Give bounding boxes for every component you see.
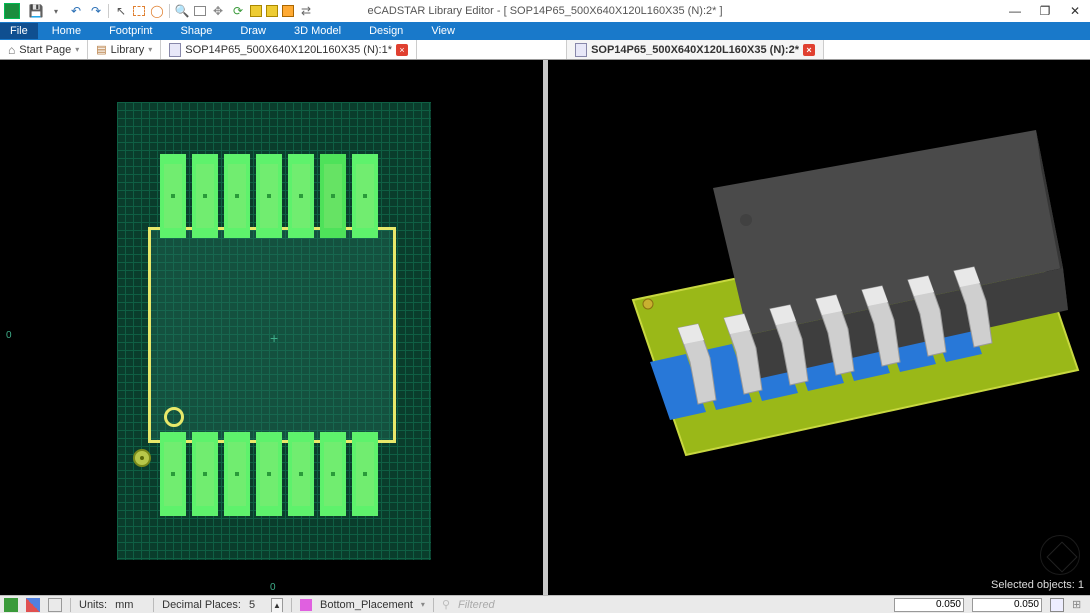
tab-label: SOP14P65_500X640X120L160X35 (N):1* [185,44,392,56]
pad[interactable] [224,154,250,238]
pad[interactable] [352,432,378,516]
lock-icon[interactable]: ⊞ [1072,598,1086,612]
decimals-value[interactable]: 5 [249,599,263,611]
menu-view[interactable]: View [417,23,469,39]
pad[interactable] [224,432,250,516]
close-icon[interactable]: × [396,44,408,56]
tab-label: SOP14P65_500X640X120L160X35 (N):2* [591,44,799,56]
undo-icon[interactable]: ↶ [68,3,84,19]
document-icon [575,43,587,57]
layer-yellow-icon[interactable] [250,5,262,17]
origin-marker [133,449,151,467]
lasso-icon[interactable]: ◯ [149,3,165,19]
pad[interactable] [320,154,346,238]
quick-access-toolbar: 💾 ▾ ↶ ↷ ↖ ◯ 🔍 ✥ ⟳ ⇄ [24,3,318,19]
tab-library[interactable]: ▤ Library ▾ [88,40,161,59]
rect-select-icon[interactable] [133,6,145,16]
home-icon: ⌂ [8,43,15,57]
cursor-icon[interactable]: ↖ [113,3,129,19]
swap-icon[interactable]: ⇄ [298,3,314,19]
filtered-label: Filtered [458,599,495,611]
pan-icon[interactable]: ✥ [210,3,226,19]
menu-design[interactable]: Design [355,23,417,39]
layer-yellow2-icon[interactable] [266,5,278,17]
view-cube[interactable] [1040,535,1080,575]
decimals-spinner[interactable]: ▲ [271,598,283,612]
pad[interactable] [192,154,218,238]
dropdown-icon[interactable]: ▾ [48,3,64,19]
menu-file[interactable]: File [0,23,38,39]
menu-shape[interactable]: Shape [167,23,227,39]
coord-y-input[interactable] [972,598,1042,612]
pad[interactable] [192,432,218,516]
window-title: eCADSTAR Library Editor - [ SOP14P65_500… [367,5,722,17]
axis-y-zero: 0 [6,330,12,341]
pad[interactable] [256,432,282,516]
main-workspace: + 0 0 [0,60,1090,595]
menu-3dmodel[interactable]: 3D Model [280,23,355,39]
tab-doc2[interactable]: SOP14P65_500X640X120L160X35 (N):2* × [566,40,824,59]
app-icon [4,3,20,19]
pad[interactable] [160,432,186,516]
units-value[interactable]: mm [115,599,145,611]
coord-x-input[interactable] [894,598,964,612]
document-tab-strip: ⌂ Start Page ▾ ▤ Library ▾ SOP14P65_500X… [0,40,1090,60]
center-cross: + [270,330,278,346]
status-icon-3[interactable] [48,598,62,612]
pad[interactable] [352,154,378,238]
filter-icon[interactable]: ⚲ [442,598,450,611]
tab-label: Library [111,44,145,56]
menu-footprint[interactable]: Footprint [95,23,166,39]
dropdown-icon[interactable]: ▾ [148,45,152,54]
footprint-2d-viewport[interactable]: + 0 0 [0,60,543,595]
axis-x-zero: 0 [270,582,276,593]
separator [169,4,170,18]
model-3d-viewport[interactable]: Selected objects: 1 [548,60,1090,595]
pad[interactable] [256,154,282,238]
snap-icon[interactable] [1050,598,1064,612]
layer-dropdown-icon[interactable]: ▾ [421,600,425,609]
status-bar: Units: mm Decimal Places: 5 ▲ Bottom_Pla… [0,595,1090,613]
redo-icon[interactable]: ↷ [88,3,104,19]
document-icon [169,43,181,57]
close-window-button[interactable]: ✕ [1060,0,1090,22]
active-layer[interactable]: Bottom_Placement [320,599,413,611]
layer-swatch[interactable] [300,599,312,611]
title-bar: 💾 ▾ ↶ ↷ ↖ ◯ 🔍 ✥ ⟳ ⇄ eCADSTAR Library Edi… [0,0,1090,22]
library-icon: ▤ [96,43,106,56]
pad[interactable] [288,432,314,516]
menu-bar: File Home Footprint Shape Draw 3D Model … [0,22,1090,40]
pad-row-bottom [160,432,378,516]
decimals-label: Decimal Places: [162,599,241,611]
pad[interactable] [160,154,186,238]
tab-doc1[interactable]: SOP14P65_500X640X120L160X35 (N):1* × [161,40,417,59]
menu-draw[interactable]: Draw [226,23,280,39]
pad[interactable] [320,432,346,516]
separator [108,4,109,18]
status-icon-2[interactable] [26,598,40,612]
units-label: Units: [79,599,107,611]
zoom-fit-icon[interactable] [194,6,206,16]
pad[interactable] [288,154,314,238]
save-icon[interactable]: 💾 [28,3,44,19]
status-icon-1[interactable] [4,598,18,612]
maximize-button[interactable]: ❐ [1030,0,1060,22]
dropdown-icon[interactable]: ▾ [75,45,79,54]
layer-cyan-icon[interactable] [282,5,294,17]
zoom-area-icon[interactable]: 🔍 [174,3,190,19]
menu-home[interactable]: Home [38,23,95,39]
selection-count: Selected objects: 1 [991,579,1084,591]
tab-start-page[interactable]: ⌂ Start Page ▾ [0,40,88,59]
tab-label: Start Page [19,44,71,56]
minimize-button[interactable]: — [1000,0,1030,22]
refresh-icon[interactable]: ⟳ [230,3,246,19]
pin1-marker-circle [164,407,184,427]
close-icon[interactable]: × [803,44,815,56]
pad-row-top [160,154,378,238]
